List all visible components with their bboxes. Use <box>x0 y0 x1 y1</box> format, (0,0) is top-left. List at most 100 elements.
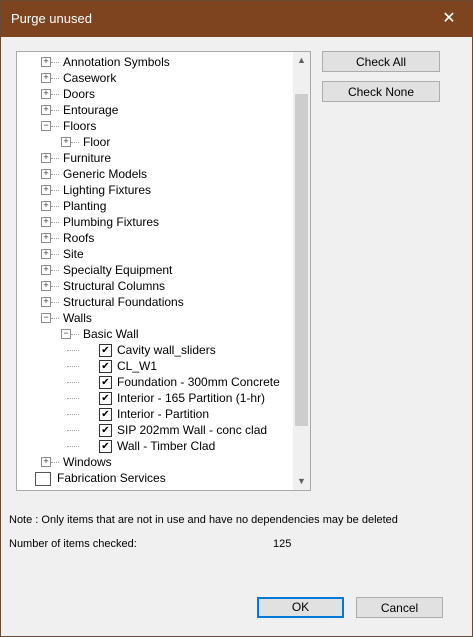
title-bar[interactable]: Purge unused ✕ <box>1 1 472 37</box>
tree-row[interactable]: + Generic Models <box>17 166 293 182</box>
tree-connector <box>51 270 59 271</box>
purge-note: Note : Only items that are not in use an… <box>9 514 398 526</box>
tree-row[interactable]: + Planting <box>17 198 293 214</box>
tree-connector <box>51 126 59 127</box>
scroll-up-icon[interactable]: ▲ <box>293 52 310 69</box>
expand-icon[interactable]: + <box>41 201 51 211</box>
check-none-button[interactable]: Check None <box>322 81 440 102</box>
tree-connector <box>51 302 59 303</box>
item-checkbox[interactable]: ✔ <box>99 376 112 389</box>
tree-row[interactable]: + Site <box>17 246 293 262</box>
tree-item-label: Cavity wall_sliders <box>117 343 216 357</box>
tree-item-label: Roofs <box>63 231 95 245</box>
tree-item-label: Lighting Fixtures <box>63 183 152 197</box>
tree-row[interactable]: Fabrication Services <box>17 470 293 486</box>
tree-row[interactable]: ✔ Cavity wall_sliders <box>17 342 293 358</box>
purge-tree[interactable]: ▲ ▼ + Annotation Symbols + Casework + Doors + E… <box>16 51 311 491</box>
tree-item-label: Doors <box>63 87 96 101</box>
tree-item-label: Entourage <box>63 103 119 117</box>
expand-icon[interactable]: + <box>41 265 51 275</box>
tree-row[interactable]: ✔ Wall - Timber Clad <box>17 438 293 454</box>
tree-connector <box>51 62 59 63</box>
scroll-thumb[interactable] <box>295 94 308 426</box>
expand-icon[interactable]: + <box>41 217 51 227</box>
tree-row[interactable]: + Lighting Fixtures <box>17 182 293 198</box>
item-checkbox[interactable]: ✔ <box>99 360 112 373</box>
tree-connector <box>51 286 59 287</box>
item-checkbox[interactable]: ✔ <box>99 424 112 437</box>
tree-item-label: CL_W1 <box>117 359 158 373</box>
expand-icon[interactable]: + <box>41 153 51 163</box>
tree-item-label: Interior - Partition <box>117 407 210 421</box>
tree-row[interactable]: + Structural Foundations <box>17 294 293 310</box>
tree-row[interactable]: + Annotation Symbols <box>17 54 293 70</box>
tree-row[interactable]: + Casework <box>17 70 293 86</box>
tree-row[interactable]: ✔ Interior - Partition <box>17 406 293 422</box>
tree-row[interactable]: − Floors <box>17 118 293 134</box>
tree-row[interactable]: − Basic Wall <box>17 326 293 342</box>
tree-connector <box>51 238 59 239</box>
item-checkbox[interactable]: ✔ <box>99 408 112 421</box>
tree-row[interactable]: − Walls <box>17 310 293 326</box>
expand-icon[interactable]: + <box>41 105 51 115</box>
tree-item-label: Floor <box>83 135 111 149</box>
tree-row[interactable]: + Furniture <box>17 150 293 166</box>
expand-icon[interactable]: + <box>41 89 51 99</box>
tree-row[interactable]: ✔ CL_W1 <box>17 358 293 374</box>
expand-icon[interactable]: + <box>41 185 51 195</box>
collapse-icon[interactable]: − <box>61 329 71 339</box>
scroll-down-icon[interactable]: ▼ <box>293 473 310 490</box>
check-all-button[interactable]: Check All <box>322 51 440 72</box>
expand-icon[interactable]: + <box>41 73 51 83</box>
tree-item-label: Plumbing Fixtures <box>63 215 160 229</box>
expand-icon[interactable]: + <box>41 169 51 179</box>
expand-icon[interactable]: + <box>41 233 51 243</box>
tree-item-label: Furniture <box>63 151 112 165</box>
expand-icon[interactable]: + <box>41 281 51 291</box>
tree-item-label: Site <box>63 247 84 261</box>
tree-row[interactable]: + Structural Columns <box>17 278 293 294</box>
tree-item-label: Generic Models <box>63 167 148 181</box>
items-checked-count: 125 <box>273 538 292 550</box>
tree-row[interactable]: + Doors <box>17 86 293 102</box>
tree-item-label: Annotation Symbols <box>63 55 170 69</box>
tree-row[interactable]: + Windows <box>17 454 293 470</box>
tree-item-label: Basic Wall <box>83 327 139 341</box>
tree-item-label: Planting <box>63 199 107 213</box>
tree-item-label: Windows <box>63 455 112 469</box>
tree-connector <box>51 110 59 111</box>
tree-row[interactable]: ✔ Interior - 165 Partition (1-hr) <box>17 390 293 406</box>
tree-row[interactable]: + Roofs <box>17 230 293 246</box>
tree-row[interactable]: + Floor <box>17 134 293 150</box>
tree-connector <box>71 142 79 143</box>
collapse-icon[interactable]: − <box>41 121 51 131</box>
tree-row[interactable]: + Specialty Equipment <box>17 262 293 278</box>
tree-connector <box>51 158 59 159</box>
tree-item-label: Casework <box>63 71 117 85</box>
purge-unused-dialog: Purge unused ✕ ▲ ▼ + Annotation Symbols + C… <box>0 0 473 637</box>
ok-button[interactable]: OK <box>257 597 344 618</box>
tree-item-label: Structural Foundations <box>63 295 184 309</box>
tree-row[interactable]: + Plumbing Fixtures <box>17 214 293 230</box>
item-checkbox[interactable]: ✔ <box>99 440 112 453</box>
collapse-icon[interactable]: − <box>41 313 51 323</box>
tree-row[interactable]: ✔ SIP 202mm Wall - conc clad <box>17 422 293 438</box>
item-checkbox[interactable]: ✔ <box>99 344 112 357</box>
tree-item-label: Floors <box>63 119 97 133</box>
tree-item-label: Foundation - 300mm Concrete <box>117 375 280 389</box>
tree-row[interactable]: ✔ Foundation - 300mm Concrete <box>17 374 293 390</box>
expand-icon[interactable]: + <box>41 57 51 67</box>
tree-item-label: Walls <box>63 311 92 325</box>
dialog-title: Purge unused <box>11 11 92 26</box>
cancel-button[interactable]: Cancel <box>356 597 443 618</box>
expand-icon[interactable]: + <box>61 137 71 147</box>
expand-icon[interactable]: + <box>41 297 51 307</box>
tree-item-label: Fabrication Services <box>57 471 166 485</box>
expand-icon[interactable]: + <box>41 249 51 259</box>
tree-row[interactable]: + Entourage <box>17 102 293 118</box>
expand-icon[interactable]: + <box>41 457 51 467</box>
vertical-scrollbar[interactable]: ▲ ▼ <box>293 52 310 490</box>
close-icon[interactable]: ✕ <box>426 1 472 37</box>
tree-connector <box>67 414 79 415</box>
item-checkbox[interactable]: ✔ <box>99 392 112 405</box>
